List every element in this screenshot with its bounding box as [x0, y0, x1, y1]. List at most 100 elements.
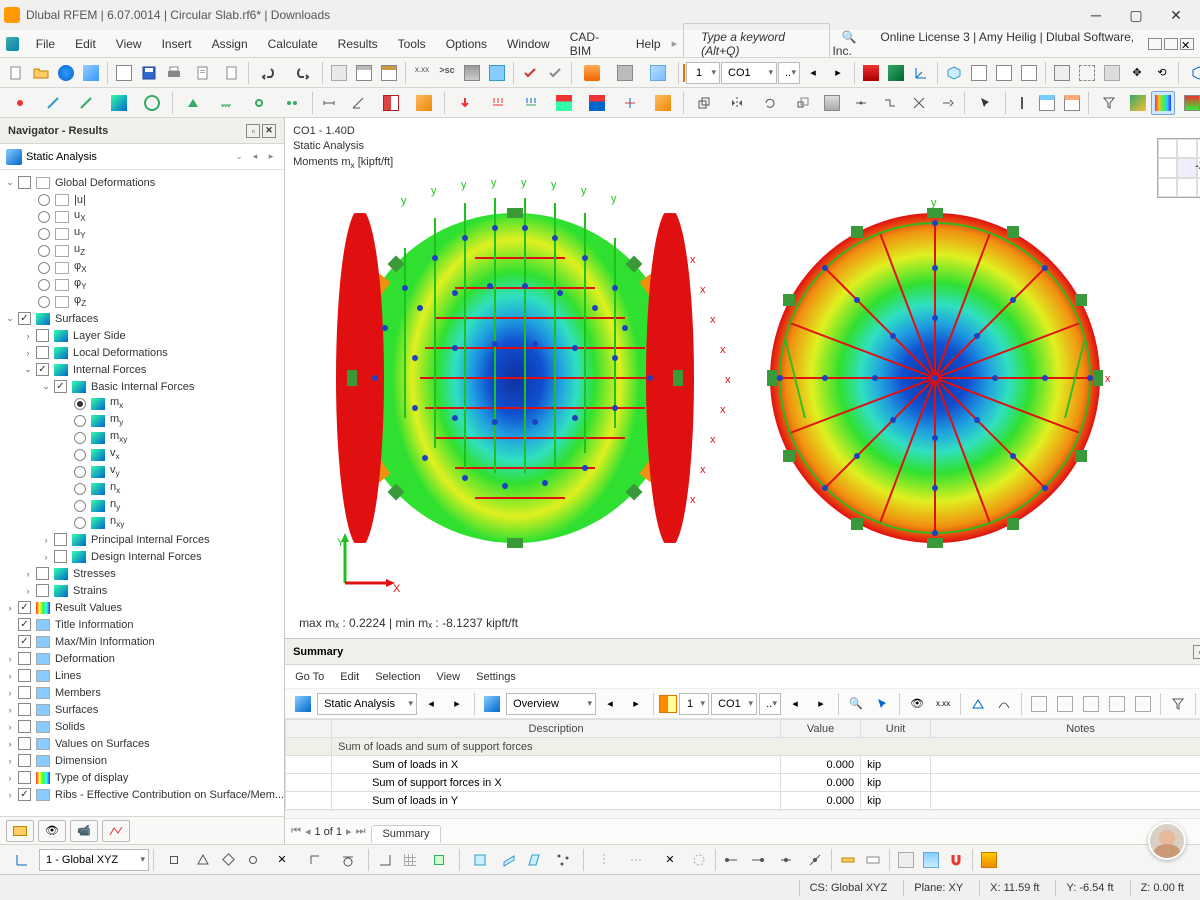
workplane-3p-icon[interactable]: [547, 848, 579, 872]
surface-icon[interactable]: [103, 91, 135, 115]
wireframe-icon[interactable]: [1183, 61, 1200, 85]
extrude-icon[interactable]: [820, 91, 844, 115]
rotate-tool-icon[interactable]: [754, 91, 786, 115]
summary-grid5-icon[interactable]: [1131, 692, 1155, 716]
app-menu-icon[interactable]: [6, 37, 19, 51]
navigator-selector[interactable]: Static Analysis ⌄◂▸: [0, 144, 284, 170]
workplane-xz-icon[interactable]: [497, 848, 521, 872]
snap-end-icon[interactable]: [158, 848, 190, 872]
node-ny[interactable]: ny: [110, 498, 120, 512]
load-wizard-icon[interactable]: [647, 91, 679, 115]
lc-next-icon[interactable]: ▸: [826, 61, 850, 85]
guide-int-icon[interactable]: ✕: [654, 848, 686, 872]
node-stresses[interactable]: Stresses: [73, 568, 116, 580]
cs-combo[interactable]: 1 - Global XYZ: [39, 849, 149, 871]
magnet-icon[interactable]: [944, 848, 968, 872]
visibility-2-icon[interactable]: [1151, 91, 1175, 115]
node-mxy[interactable]: mxy: [110, 430, 127, 444]
summary-filter-icon[interactable]: [1166, 692, 1190, 716]
summary-curve-icon[interactable]: [992, 692, 1016, 716]
node-internal-forces[interactable]: Internal Forces: [73, 364, 146, 376]
material-lib-icon[interactable]: [460, 61, 484, 85]
page-next-icon[interactable]: ▸: [346, 825, 352, 838]
clip-plane-icon[interactable]: [408, 91, 440, 115]
color-gradient-icon[interactable]: [1176, 91, 1200, 115]
node-nxy[interactable]: nxy: [110, 515, 124, 529]
summary-lc-prev-icon[interactable]: ◂: [783, 692, 807, 716]
menu-file[interactable]: File: [27, 33, 64, 55]
line-icon[interactable]: [37, 91, 69, 115]
summary-view[interactable]: View: [436, 671, 460, 683]
node-title-info[interactable]: Title Information: [55, 619, 133, 631]
summary-prev2-icon[interactable]: ◂: [598, 692, 622, 716]
line-snap1-icon[interactable]: [720, 848, 744, 872]
page-last-icon[interactable]: ⏭: [356, 825, 366, 838]
iso-view-icon[interactable]: [942, 61, 966, 85]
summary-select-icon[interactable]: [870, 692, 894, 716]
units-icon[interactable]: x.xx: [410, 61, 434, 85]
summary-next2-icon[interactable]: ▸: [624, 692, 648, 716]
scale-tool-icon[interactable]: [787, 91, 819, 115]
doc-min-icon[interactable]: [1148, 38, 1162, 50]
print-report-icon[interactable]: [187, 61, 219, 85]
node-nx[interactable]: nx: [110, 481, 120, 495]
calculate-icon[interactable]: [518, 61, 542, 85]
summary-lc-num[interactable]: 1: [679, 693, 709, 715]
selector-prev-icon[interactable]: ◂: [248, 150, 262, 164]
filter-icon[interactable]: [1093, 91, 1125, 115]
nodal-load-icon[interactable]: [449, 91, 481, 115]
release-icon[interactable]: [276, 91, 308, 115]
member-load-icon[interactable]: [515, 91, 547, 115]
script-icon[interactable]: >sc: [435, 61, 459, 85]
model-wizard-icon[interactable]: [79, 61, 103, 85]
summary-support-icon[interactable]: [966, 692, 990, 716]
line-load-icon[interactable]: [482, 91, 514, 115]
table-row[interactable]: Sum of loads in Y0.000kip: [286, 792, 1200, 810]
imposed-def-icon[interactable]: [614, 91, 646, 115]
selector-next-icon[interactable]: ▸: [264, 150, 278, 164]
grid-icon[interactable]: [398, 848, 422, 872]
page-prev-icon[interactable]: ◂: [305, 825, 311, 838]
summary-selection[interactable]: Selection: [375, 671, 420, 683]
mirror-icon[interactable]: [721, 91, 753, 115]
summary-grid1-icon[interactable]: [1027, 692, 1051, 716]
extend-icon[interactable]: [936, 91, 960, 115]
table-row[interactable]: Sum of loads in X0.000kip: [286, 756, 1200, 774]
view-z-icon[interactable]: [1017, 61, 1041, 85]
view-y-icon[interactable]: [992, 61, 1016, 85]
snap-settings-icon[interactable]: [423, 848, 455, 872]
addon-rc-icon[interactable]: [609, 61, 641, 85]
results-table-icon[interactable]: [377, 61, 401, 85]
free-load-icon[interactable]: [581, 91, 613, 115]
workplane-xy-icon[interactable]: [464, 848, 496, 872]
redo-icon[interactable]: [286, 61, 318, 85]
section-cut-icon[interactable]: [375, 91, 407, 115]
bg-image-icon[interactable]: [919, 848, 943, 872]
node-vos[interactable]: Values on Surfaces: [55, 738, 150, 750]
summary-pin-icon[interactable]: ▫: [1193, 645, 1200, 659]
menu-edit[interactable]: Edit: [66, 33, 105, 55]
summary-prev1-icon[interactable]: ◂: [419, 692, 443, 716]
lc-dots[interactable]: ..: [778, 62, 800, 84]
calc-params-icon[interactable]: [543, 61, 567, 85]
snap-center-icon[interactable]: [216, 848, 240, 872]
menu-cadbim[interactable]: CAD-BIM: [561, 26, 625, 62]
menu-help[interactable]: Help: [627, 33, 670, 55]
table-row[interactable]: Sum of support forces in X0.000kip: [286, 774, 1200, 792]
view-x-icon[interactable]: [967, 61, 991, 85]
summary-next1-icon[interactable]: ▸: [445, 692, 469, 716]
opening-icon[interactable]: [136, 91, 168, 115]
node-mx[interactable]: mx: [110, 396, 123, 410]
snap-int-icon[interactable]: ✕: [266, 848, 298, 872]
intersect-icon[interactable]: [903, 91, 935, 115]
show-results-icon[interactable]: [884, 61, 908, 85]
navfoot-1-icon[interactable]: [6, 820, 34, 842]
member-icon[interactable]: [70, 91, 102, 115]
node-ribs[interactable]: Ribs - Effective Contribution on Surface…: [55, 789, 284, 801]
zoom-window-icon[interactable]: [1075, 61, 1099, 85]
line-snap3-icon[interactable]: [770, 848, 802, 872]
panel-pin-icon[interactable]: ▫: [246, 124, 260, 138]
node-surfaces2[interactable]: Surfaces: [55, 704, 98, 716]
new-icon[interactable]: [4, 61, 28, 85]
doc-restore-icon[interactable]: [1164, 38, 1178, 50]
